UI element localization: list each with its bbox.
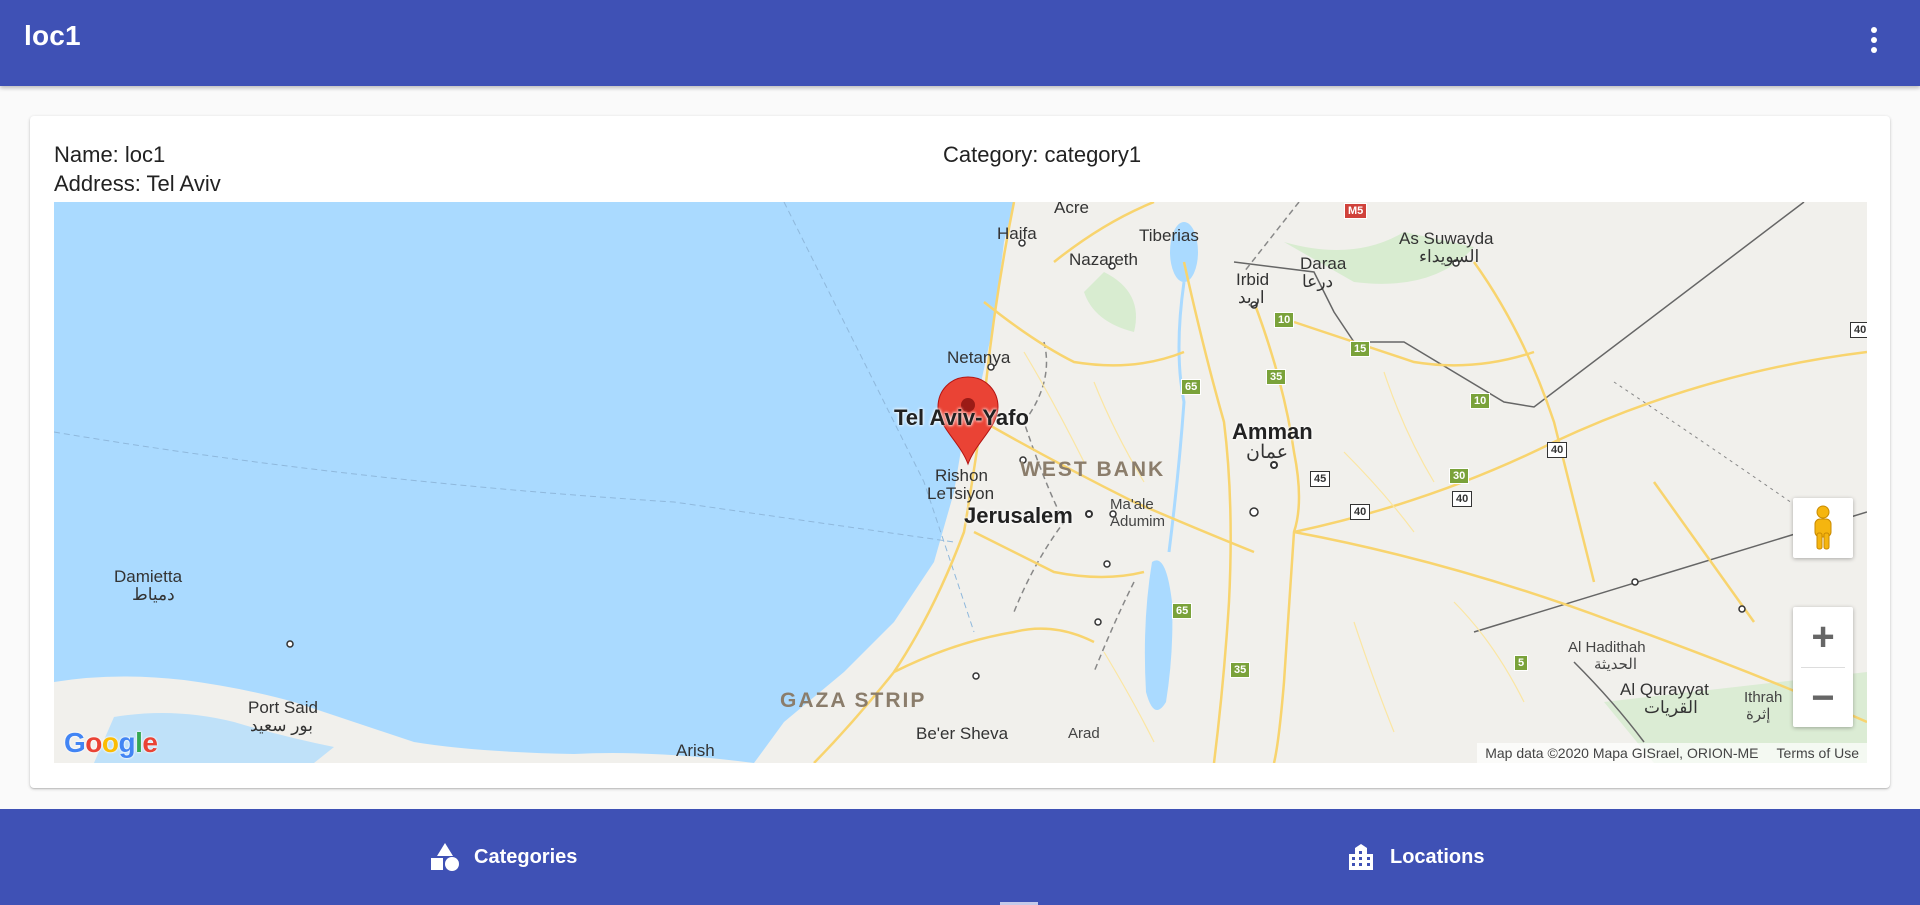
nav-locations-label: Locations	[1390, 845, 1485, 868]
page-title: loc1	[24, 20, 81, 51]
map-label: القريات	[1644, 698, 1698, 717]
zoom-controls: + −	[1793, 607, 1853, 727]
road-shield: 40	[1547, 442, 1568, 458]
map-label: Irbid	[1236, 270, 1270, 289]
map-label: درعا	[1302, 272, 1334, 291]
road-shield: 45	[1310, 471, 1331, 487]
map-label: Adumim	[1110, 513, 1166, 530]
map-label: LeTsiyon	[927, 484, 995, 503]
map-data-text: Map data ©2020 Mapa GISrael, ORION-ME	[1485, 745, 1759, 761]
road-shield: 35	[1266, 369, 1287, 385]
map-label: Jerusalem	[964, 503, 1073, 528]
nav-categories[interactable]: Categories	[430, 837, 577, 877]
map-attribution: Map data ©2020 Mapa GISrael, ORION-ME Te…	[1477, 743, 1867, 763]
app-bar: loc1	[0, 0, 1920, 86]
road-shield: 5	[1514, 655, 1529, 671]
map-label: Damietta	[114, 567, 183, 586]
map-label: Acre	[1054, 202, 1089, 217]
map-label: Rishon	[935, 466, 988, 485]
map-label: Ma'ale	[1110, 496, 1154, 513]
road-shield: 10	[1470, 393, 1491, 409]
road-shield: M5	[1344, 203, 1368, 219]
map-label: As Suwayda	[1399, 229, 1494, 248]
road-shield: 40	[1850, 322, 1867, 338]
map-label: Ithrah	[1744, 689, 1783, 706]
zoom-out-button[interactable]: −	[1793, 668, 1853, 728]
map-label: Haifa	[997, 224, 1037, 243]
map-label: دمياط	[132, 585, 175, 604]
location-card: Name: loc1 Address: Tel Aviv Category: c…	[30, 116, 1890, 788]
road-shield: 40	[1452, 491, 1473, 507]
terms-of-use-link[interactable]: Terms of Use	[1777, 745, 1859, 761]
road-shield: 15	[1350, 341, 1371, 357]
map-label: الحديثة	[1594, 656, 1638, 673]
map-label: WEST BANK	[1020, 458, 1166, 481]
bottom-navigation: Categories Locations	[0, 809, 1920, 905]
road-shield: 65	[1181, 379, 1202, 395]
location-name: Name: loc1	[54, 142, 166, 167]
map-label: GAZA STRIP	[780, 689, 927, 712]
map-label: Daraa	[1300, 254, 1347, 273]
map-label: Arad	[1068, 725, 1100, 742]
zoom-in-button[interactable]: +	[1793, 607, 1853, 667]
building-icon	[1349, 844, 1373, 870]
map-label: Netanya	[947, 348, 1011, 367]
map-label: السويداء	[1419, 247, 1480, 266]
map-label: Arish	[676, 741, 715, 760]
map-label: Be'er Sheva	[916, 724, 1009, 743]
map-label: إثرة	[1746, 706, 1771, 723]
street-view-pegman-button[interactable]	[1793, 498, 1853, 558]
google-logo: Google	[64, 727, 158, 758]
nav-locations[interactable]: Locations	[1346, 837, 1484, 877]
road-shield: 35	[1230, 662, 1251, 678]
map-label: Al Qurayyat	[1620, 680, 1709, 699]
map-label: Port Said	[248, 698, 318, 717]
location-address: Address: Tel Aviv	[54, 171, 221, 196]
pegman-icon	[1814, 505, 1832, 550]
map-label: اربد	[1238, 288, 1265, 307]
nav-categories-label: Categories	[474, 845, 578, 868]
map-label: Al Hadithah	[1568, 639, 1646, 656]
map-label: Tel Aviv-Yafo	[894, 405, 1029, 430]
location-category: Category: category1	[943, 142, 1142, 167]
more-vert-icon[interactable]	[1856, 22, 1892, 58]
map-label: عمان	[1246, 442, 1289, 463]
road-shield: 40	[1350, 504, 1371, 520]
road-shield: 30	[1449, 468, 1470, 484]
category-shapes-icon	[431, 843, 459, 871]
road-shield: 10	[1274, 312, 1295, 328]
map-label: Tiberias	[1139, 226, 1199, 245]
map-label: بور سعيد	[250, 716, 313, 735]
road-shield: 65	[1172, 603, 1193, 619]
map-view[interactable]: Acre Haifa Tiberias Nazareth Daraa درعا …	[54, 202, 1867, 763]
map-label: Nazareth	[1069, 250, 1138, 269]
